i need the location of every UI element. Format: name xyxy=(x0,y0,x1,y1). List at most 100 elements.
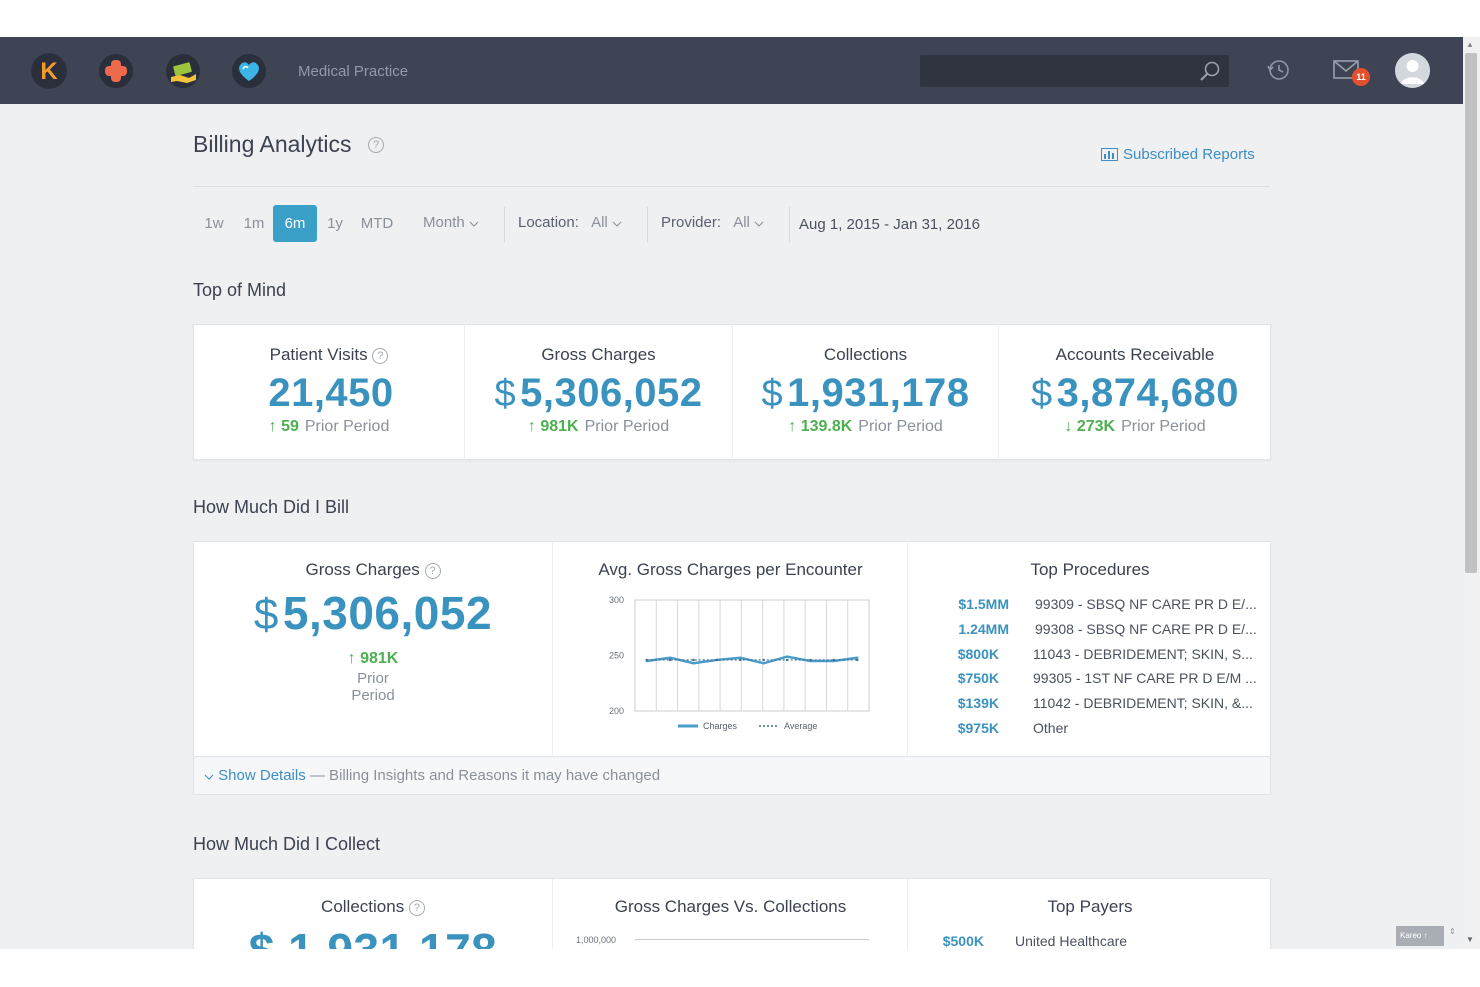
kareo-logo-icon[interactable]: K xyxy=(31,53,67,89)
currency-symbol: $ xyxy=(761,373,784,415)
data-point xyxy=(668,658,672,662)
scroll-up-arrow-icon[interactable]: ▲ xyxy=(1466,40,1474,49)
up-arrow-icon: ↑ xyxy=(788,418,797,435)
chevron-down-icon xyxy=(612,221,622,227)
search-icon[interactable] xyxy=(1199,60,1221,87)
location-label: Location: xyxy=(518,214,579,231)
avg-charges-chart-panel: Avg. Gross Charges per Encounter 300 250 2… xyxy=(554,542,908,756)
scroll-down-arrow-icon[interactable]: ▼ xyxy=(1466,935,1474,944)
data-point xyxy=(692,662,695,665)
procedure-value: $975K xyxy=(957,720,999,736)
data-point xyxy=(692,658,695,662)
kpi-patient-visits[interactable]: Patient Visits ? 21,450 ↑ 59 Prior Period xyxy=(194,325,465,460)
data-point xyxy=(762,658,765,662)
gross-charges-delta: 981K xyxy=(360,650,399,667)
procedure-value: $750K xyxy=(957,670,999,686)
money-hand-icon[interactable] xyxy=(165,53,201,89)
bar-chart-icon xyxy=(1101,148,1118,161)
down-arrow-icon: ↓ xyxy=(1064,418,1073,435)
procedure-name: 99308 - SBSQ NF CARE PR D E/... xyxy=(1035,621,1257,637)
location-filter[interactable]: Location: All xyxy=(518,214,622,231)
medical-cross-icon[interactable] xyxy=(98,53,134,89)
chevron-down-icon xyxy=(754,221,764,227)
chevron-down-icon xyxy=(204,774,214,780)
chart-gridline xyxy=(635,939,869,940)
kpi-collections[interactable]: Collections $1,931,178 ↑ 139.8K Prior Per… xyxy=(733,325,999,460)
widget-controls-icon[interactable]: ⇕ xyxy=(1449,927,1456,936)
subscribed-reports-link[interactable]: Subscribed Reports xyxy=(1101,146,1255,163)
legend-label-charges: Charges xyxy=(703,721,738,731)
prior-period-label: Prior xyxy=(357,670,389,687)
prior-period-label: Prior Period xyxy=(304,418,390,435)
kpi-value: 1,931,178 xyxy=(787,371,970,415)
section-how-much-collect: How Much Did I Collect xyxy=(193,834,381,854)
procedure-value: $139K xyxy=(957,695,999,711)
kpi-gross-charges[interactable]: Gross Charges $5,306,052 ↑ 981K Prior Per… xyxy=(465,325,733,460)
data-point xyxy=(645,658,648,662)
collections-panel[interactable]: Collections ? $ 1,931,178 xyxy=(194,879,553,949)
location-value: All xyxy=(591,214,608,231)
gross-charges-panel[interactable]: Gross Charges ? $5,306,052 ↑ 981K Prior … xyxy=(194,542,553,756)
y-tick-label: 250 xyxy=(609,651,624,661)
history-icon[interactable] xyxy=(1266,57,1292,88)
kpi-title: Collections xyxy=(823,345,908,364)
filter-separator xyxy=(504,207,505,243)
prior-period-label: Prior Period xyxy=(584,418,670,435)
subscribed-reports-label: Subscribed Reports xyxy=(1123,146,1255,163)
kareo-widget-label: Kareo xyxy=(1400,931,1422,940)
kareo-widget[interactable]: Kareo ↑ xyxy=(1396,926,1444,946)
kpi-accounts-receivable[interactable]: Accounts Receivable $3,874,680 ↓ 273K Pri… xyxy=(999,325,1271,460)
up-arrow-icon: ↑ xyxy=(347,650,356,667)
provider-value: All xyxy=(733,214,750,231)
header-divider xyxy=(193,186,1270,187)
search-input[interactable] xyxy=(920,55,1190,87)
range-6m[interactable]: 6m xyxy=(273,205,317,242)
help-icon[interactable]: ? xyxy=(408,899,425,916)
range-1w[interactable]: 1w xyxy=(198,205,230,242)
procedure-value: $800K xyxy=(957,646,999,662)
data-point xyxy=(856,656,859,659)
heart-icon[interactable] xyxy=(231,53,267,89)
show-details-link[interactable]: Show Details xyxy=(204,767,306,784)
chart-title: Avg. Gross Charges per Encounter xyxy=(598,560,863,579)
help-icon[interactable]: ? xyxy=(372,347,389,364)
top-payers-title: Top Payers xyxy=(1047,897,1133,916)
data-point xyxy=(762,662,765,665)
collections-value: $ 1,931,178 xyxy=(194,923,552,949)
kpi-title: Patient Visits xyxy=(269,345,368,364)
data-point xyxy=(739,658,742,662)
app-title: Medical Practice xyxy=(298,63,409,80)
provider-label: Provider: xyxy=(661,214,722,231)
charges-vs-collections-panel: Gross Charges Vs. Collections 1,000,000 xyxy=(554,879,908,949)
procedure-name: 99309 - SBSQ NF CARE PR D E/... xyxy=(1035,596,1257,612)
range-1y[interactable]: 1y xyxy=(321,205,349,242)
page-title: Billing Analytics xyxy=(193,131,352,157)
kpi-value: 5,306,052 xyxy=(520,371,703,415)
kpi-value: 21,450 xyxy=(268,371,394,415)
panel-title: Gross Charges xyxy=(305,560,420,579)
kpi-delta: 59 xyxy=(281,418,299,435)
chevron-down-icon xyxy=(469,221,479,227)
filter-separator xyxy=(647,207,648,243)
user-avatar[interactable] xyxy=(1395,53,1430,88)
range-1m[interactable]: 1m xyxy=(238,205,270,242)
provider-filter[interactable]: Provider: All xyxy=(661,214,764,231)
kpi-card: Patient Visits ? 21,450 ↑ 59 Prior Period… xyxy=(193,324,1271,460)
range-mtd[interactable]: MTD xyxy=(356,205,398,242)
filter-separator xyxy=(789,207,790,243)
section-how-much-bill: How Much Did I Bill xyxy=(193,497,350,517)
top-payers-panel: Top Payers $500K United Healthcare xyxy=(909,879,1271,949)
payer-value: $500K xyxy=(942,933,984,949)
panel-title: Collections xyxy=(321,897,405,916)
procedure-name: Other xyxy=(1033,720,1069,736)
help-icon[interactable]: ? xyxy=(368,137,384,153)
granularity-dropdown[interactable]: Month xyxy=(423,214,479,231)
y-tick-label: 200 xyxy=(609,706,624,716)
scrollbar-thumb[interactable] xyxy=(1465,53,1477,573)
date-range[interactable]: Aug 1, 2015 - Jan 31, 2016 xyxy=(799,216,980,233)
help-icon[interactable]: ? xyxy=(424,562,441,579)
details-description: — Billing Insights and Reasons it may ha… xyxy=(309,767,661,784)
avg-charges-line-chart: 300 250 200 Charges Average xyxy=(609,595,870,731)
data-point xyxy=(715,658,719,662)
prior-period-label: Period xyxy=(351,687,395,704)
